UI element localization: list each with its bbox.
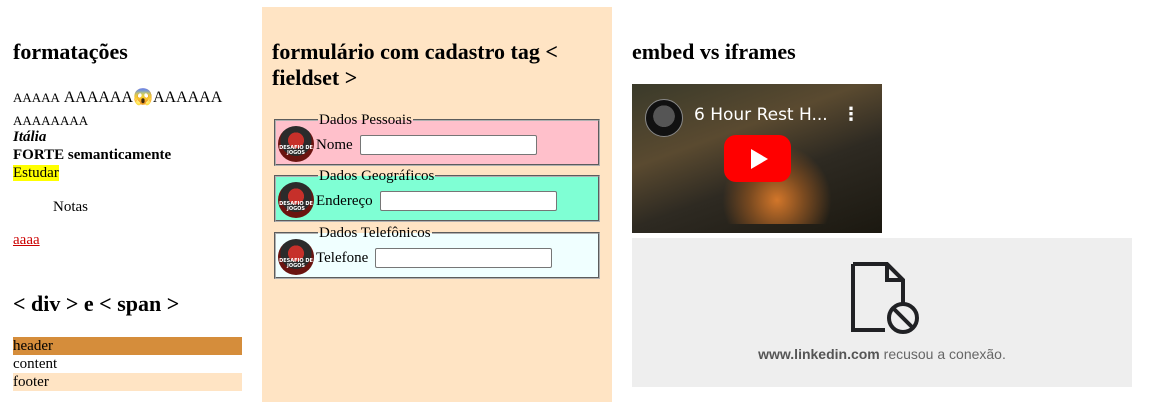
video-title[interactable]: 6 Hour Rest H...: [694, 105, 828, 125]
legend-geographic: Dados Geográficos: [318, 167, 436, 185]
semantic-text: semanticamente: [67, 147, 172, 163]
content-bar-label: content: [13, 356, 58, 372]
form-section: formulário com cadastro tag < fieldset >…: [262, 7, 612, 402]
youtube-embed[interactable]: 6 Hour Rest H... ⋮: [632, 84, 882, 233]
link-text[interactable]: aaaa: [13, 232, 40, 248]
phone-label: Telefone: [316, 250, 369, 266]
legend-personal: Dados Pessoais: [318, 111, 413, 129]
marked-line: Estudar: [13, 165, 59, 182]
blocked-file-icon: [851, 262, 919, 334]
legend-phone: Dados Telefônicos: [318, 224, 432, 242]
divspan-heading: < div > e < span >: [13, 291, 180, 316]
indented-notes: Notas: [53, 199, 88, 215]
fieldset-geographic: Dados Geográficos DESAFIO DE JOGOS Ender…: [274, 167, 600, 222]
phone-input[interactable]: [375, 248, 552, 268]
header-bar-label: header: [13, 338, 53, 354]
footer-bar-label: footer: [13, 374, 49, 390]
blocked-domain: www.linkedin.com: [758, 346, 880, 362]
address-label: Endereço: [316, 193, 373, 209]
format-line-1: AAAAA AAAAAA😱AAAAAA: [13, 87, 222, 107]
strong-text: FORTE: [13, 147, 65, 163]
footer-bar: footer: [13, 373, 242, 391]
embed-section: embed vs iframes 6 Hour Rest H... ⋮ www.…: [620, 7, 1166, 402]
header-bar: header: [13, 337, 242, 355]
linkedin-iframe: www.linkedin.com recusou a conexão.: [632, 238, 1132, 387]
scream-emoji-icon: 😱: [133, 89, 153, 106]
marked-text: Estudar: [13, 165, 59, 181]
logo-icon: DESAFIO DE JOGOS: [278, 126, 314, 162]
underlined-link[interactable]: aaaa: [13, 232, 40, 249]
medium-text-left: AAAAAA: [63, 89, 134, 106]
logo-icon: DESAFIO DE JOGOS: [278, 182, 314, 218]
form-heading-line1: formulário com cadastro tag <: [272, 39, 558, 64]
channel-avatar[interactable]: [645, 99, 683, 137]
content-bar: content: [13, 355, 242, 373]
address-input[interactable]: [380, 191, 557, 211]
strong-line: FORTE semanticamente: [13, 147, 171, 164]
embed-heading: embed vs iframes: [632, 39, 796, 64]
blocked-message: www.linkedin.com recusou a conexão.: [632, 346, 1132, 362]
small-text: AAAAA: [13, 90, 60, 105]
logo-icon: DESAFIO DE JOGOS: [278, 239, 314, 275]
small-text-line: AAAAAAAA: [13, 113, 89, 128]
fieldset-phone: Dados Telefônicos DESAFIO DE JOGOS Telef…: [274, 224, 600, 279]
play-button-icon[interactable]: [724, 135, 791, 182]
name-input[interactable]: [360, 135, 537, 155]
blocked-message-text: recusou a conexão.: [883, 346, 1006, 362]
form-heading-line2: fieldset >: [272, 65, 358, 90]
formatting-section: formatações AAAAA AAAAAA😱AAAAAA AAAAAAAA…: [0, 7, 250, 402]
more-menu-icon[interactable]: ⋮: [842, 104, 860, 125]
formatting-heading: formatações: [13, 39, 128, 64]
medium-text-right: AAAAAA: [152, 89, 223, 106]
fieldset-personal: Dados Pessoais DESAFIO DE JOGOS Nome: [274, 111, 600, 166]
italic-bold-text: Itália: [13, 129, 47, 145]
name-label: Nome: [316, 137, 353, 153]
